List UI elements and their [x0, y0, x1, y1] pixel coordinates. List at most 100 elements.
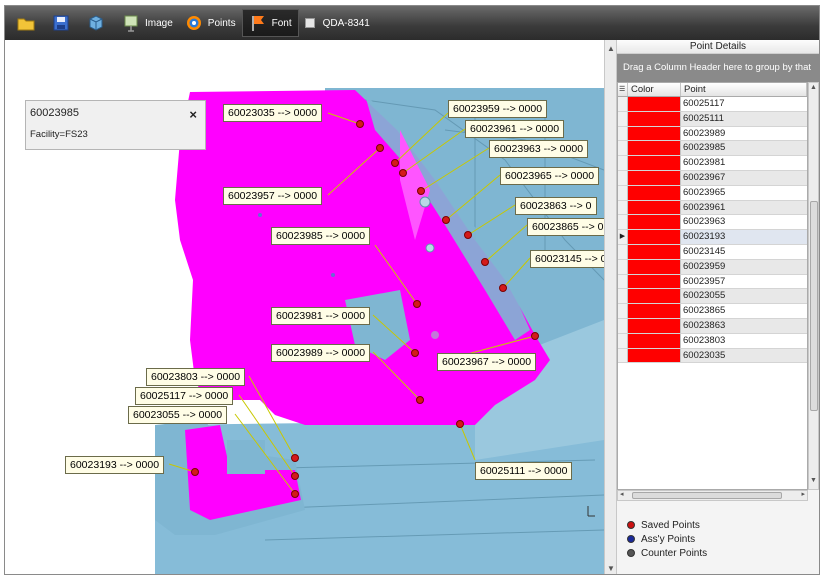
open-folder-button[interactable] [11, 9, 46, 37]
image-button[interactable]: Image [116, 9, 179, 37]
point-info-box: 60023985 Facility=FS23 × [25, 100, 206, 150]
color-cell [628, 244, 681, 259]
grid-scroll-right-icon[interactable]: ▸ [801, 490, 805, 498]
color-cell [628, 156, 681, 170]
color-cell [628, 170, 681, 185]
color-cell [628, 274, 681, 289]
point-cell: 60023963 [683, 216, 726, 228]
image-label: Image [145, 17, 173, 29]
table-row[interactable]: 60023963 [618, 215, 807, 231]
bolt-hole-1 [419, 196, 431, 208]
table-row[interactable]: 60023985 [618, 141, 807, 157]
color-cell [628, 97, 681, 111]
callout-60023193[interactable]: 60023193 --> 0000 [65, 456, 165, 474]
part-view-canvas[interactable]: 60023985 Facility=FS23 × 60023035 --> 00… [5, 40, 604, 574]
group-by-bar[interactable]: Drag a Column Header here to group by th… [617, 54, 819, 82]
callout-60023963[interactable]: 60023963 --> 0000 [489, 140, 589, 158]
scroll-up-icon[interactable]: ▲ [607, 44, 615, 53]
scroll-down-icon[interactable]: ▼ [607, 564, 615, 573]
callout-60025117[interactable]: 60025117 --> 0000 [135, 387, 234, 405]
callout-60023865[interactable]: 60023865 --> 0 [527, 218, 604, 236]
grid-horizontal-scrollbar[interactable]: ◂ ▸ [617, 490, 808, 501]
point-cell: 60023193 [681, 230, 807, 244]
app-window: Image Points Font QDA-8341 60023985 Faci… [4, 5, 820, 575]
callout-60023965[interactable]: 60023965 --> 0000 [500, 167, 600, 185]
qda-toggle[interactable]: QDA-8341 [299, 9, 376, 37]
table-row[interactable]: 60023957 [618, 274, 807, 290]
table-row[interactable]: 60023981 [618, 156, 807, 171]
table-row[interactable]: 60023803 [618, 333, 807, 349]
close-icon[interactable]: × [189, 107, 197, 122]
color-cell [628, 185, 681, 200]
point-cell: 60023985 [681, 141, 807, 156]
point-column-header[interactable]: Point [681, 83, 807, 96]
grid-vscroll-thumb[interactable] [810, 201, 818, 411]
callout-60023035[interactable]: 60023035 --> 0000 [223, 104, 323, 122]
color-cell [628, 141, 681, 156]
callout-60023145[interactable]: 60023145 --> 0 [530, 250, 604, 268]
grid-hscroll-thumb[interactable] [632, 492, 782, 499]
table-row[interactable]: 60023989 [618, 126, 807, 142]
hole-mark-1 [258, 213, 262, 217]
color-cell [628, 304, 681, 318]
hole-mark-3 [431, 331, 439, 339]
grid-header: ☰ Color Point [618, 83, 807, 97]
table-row[interactable]: 60023865 [618, 304, 807, 319]
table-row[interactable]: 60023967 [618, 170, 807, 186]
table-row[interactable]: 60023959 [618, 259, 807, 275]
grid-vertical-scrollbar[interactable]: ▲ ▼ [808, 82, 819, 490]
toolbar: Image Points Font QDA-8341 [5, 6, 819, 40]
table-row-current[interactable]: ▶ 60023193 [618, 230, 807, 245]
point-cell: 60023803 [683, 334, 726, 346]
point-cell: 60023145 [683, 245, 726, 257]
callout-60023959[interactable]: 60023959 --> 0000 [448, 100, 548, 118]
callout-60023803[interactable]: 60023803 --> 0000 [146, 368, 246, 386]
callout-60023961[interactable]: 60023961 --> 0000 [465, 120, 565, 138]
table-row[interactable]: 60023035 [618, 348, 807, 364]
legend-assy: Ass'y Points [627, 532, 707, 546]
point-legend: Saved Points Ass'y Points Counter Points [627, 518, 707, 560]
point-cell: 60023959 [681, 259, 807, 274]
point-cell: 60023035 [681, 348, 807, 363]
font-button[interactable]: Font [241, 9, 299, 37]
legend-counter: Counter Points [627, 546, 707, 560]
table-row[interactable]: 60023145 [618, 244, 807, 260]
color-cell [628, 348, 681, 363]
grid-scroll-left-icon[interactable]: ◂ [620, 490, 624, 498]
points-label: Points [207, 17, 236, 29]
point-cell: 60025111 [681, 111, 807, 126]
flag-icon [249, 14, 267, 32]
callout-60023957[interactable]: 60023957 --> 0000 [223, 187, 323, 205]
color-column-header[interactable]: Color [628, 83, 681, 96]
color-cell [628, 200, 681, 215]
table-row[interactable]: 60025111 [618, 111, 807, 127]
qda-checkbox[interactable] [304, 18, 315, 28]
target-icon [185, 14, 203, 32]
info-facility: Facility=FS23 [30, 129, 88, 140]
callout-60023055[interactable]: 60023055 --> 0000 [128, 406, 228, 424]
table-row[interactable]: 60023961 [618, 200, 807, 216]
info-point-id: 60023985 [30, 107, 79, 119]
grid-scroll-up-icon[interactable]: ▲ [810, 84, 817, 91]
callout-60023989[interactable]: 60023989 --> 0000 [271, 344, 371, 362]
table-row[interactable]: 60023965 [618, 185, 807, 201]
box-button[interactable] [81, 9, 116, 37]
color-cell [628, 333, 681, 348]
table-row[interactable]: 60025117 [618, 97, 807, 112]
callout-60023967[interactable]: 60023967 --> 0000 [437, 353, 537, 371]
callout-60023981[interactable]: 60023981 --> 0000 [271, 307, 371, 325]
table-row[interactable]: 60023055 [618, 289, 807, 305]
save-icon [52, 14, 70, 32]
point-cell: 60023961 [681, 200, 807, 215]
grid-corner-icon[interactable]: ☰ [618, 83, 628, 96]
grid-scroll-down-icon[interactable]: ▼ [810, 477, 817, 484]
callout-60023863[interactable]: 60023863 --> 0 [515, 197, 597, 215]
point-cell: 60023957 [683, 275, 726, 287]
callout-60023985[interactable]: 60023985 --> 0000 [271, 227, 371, 245]
lower-window [227, 440, 265, 474]
points-button[interactable]: Points [179, 9, 242, 37]
save-button[interactable] [46, 9, 81, 37]
callout-60025111[interactable]: 60025111 --> 0000 [475, 462, 573, 480]
table-row[interactable]: 60023863 [618, 318, 807, 334]
canvas-vertical-scrollbar[interactable]: ▲ ▼ [604, 40, 616, 574]
